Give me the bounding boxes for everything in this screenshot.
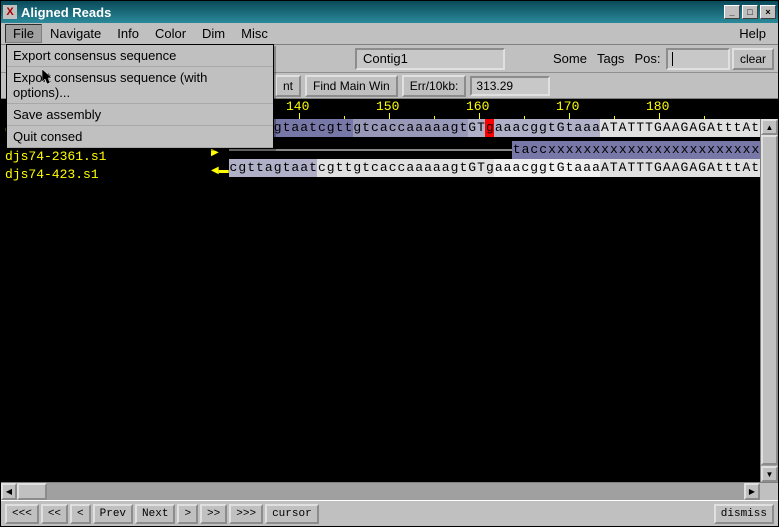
sequence-column[interactable]: cgttagtaatcgttgtcaccaaaaagtGTgaaacggtGta… — [229, 119, 760, 482]
menu-file[interactable]: File — [5, 24, 42, 43]
read-names-column: CONSENSUS djs74-2361.s1 djs74-423.s1 — [1, 119, 211, 482]
tags-label: Tags — [593, 51, 628, 66]
contig-field[interactable]: Contig1 — [355, 48, 505, 70]
err-10kb-button[interactable]: Err/10kb: — [402, 75, 467, 97]
app-icon: X — [3, 5, 17, 19]
nav-fwd-3[interactable]: >>> — [229, 504, 263, 524]
tick-180: 180 — [646, 99, 669, 114]
nt-button[interactable]: nt — [275, 75, 301, 97]
menu-save-assembly[interactable]: Save assembly — [7, 104, 273, 126]
read-2-sequence: cgttagtaatcgttgtcaccaaaaagtGTgaaacggtGta… — [229, 159, 760, 177]
pos-label: Pos: — [630, 51, 664, 66]
menu-quit-consed[interactable]: Quit consed — [7, 126, 273, 148]
tick-170: 170 — [556, 99, 579, 114]
read-name-1: djs74-2361.s1 — [1, 147, 211, 165]
next-button[interactable]: Next — [135, 504, 175, 524]
maximize-button[interactable]: □ — [742, 5, 758, 19]
tick-160: 160 — [466, 99, 489, 114]
cursor-button[interactable]: cursor — [265, 504, 319, 524]
menu-dim[interactable]: Dim — [194, 24, 233, 43]
minimize-button[interactable]: _ — [724, 5, 740, 19]
nav-fwd-2[interactable]: >> — [200, 504, 227, 524]
close-button[interactable]: × — [760, 5, 776, 19]
mouse-cursor-icon — [42, 69, 56, 87]
some-label: Some — [549, 51, 591, 66]
prev-button[interactable]: Prev — [93, 504, 133, 524]
consensus-sequence: cgttagtaatcgttgtcaccaaaaagtGTgaaacggtGta… — [229, 119, 760, 137]
scroll-right-button[interactable]: ▶ — [744, 483, 760, 500]
menu-help[interactable]: Help — [731, 24, 774, 43]
tick-150: 150 — [376, 99, 399, 114]
menu-color[interactable]: Color — [147, 24, 194, 43]
titlebar: X Aligned Reads _ □ × — [1, 1, 778, 23]
scroll-up-button[interactable]: ▲ — [761, 119, 778, 135]
sequence-area: CONSENSUS djs74-2361.s1 djs74-423.s1 ▶ ◀… — [1, 119, 778, 482]
menu-info[interactable]: Info — [109, 24, 147, 43]
ruler-ticks: 140 150 160 170 180 — [211, 99, 760, 119]
horizontal-scrollbar[interactable]: ◀ ▶ — [1, 482, 778, 500]
nav-fwd-1[interactable]: > — [177, 504, 198, 524]
dismiss-button[interactable]: dismiss — [714, 504, 774, 524]
menu-navigate[interactable]: Navigate — [42, 24, 109, 43]
hscroll-thumb[interactable] — [17, 483, 47, 500]
nav-back-2[interactable]: << — [41, 504, 68, 524]
nav-back-3[interactable]: <<< — [5, 504, 39, 524]
strand-arrow-icon: ◀▬ — [211, 165, 229, 176]
vertical-scrollbar[interactable]: ▲ ▼ — [760, 119, 778, 482]
scroll-down-button[interactable]: ▼ — [761, 466, 778, 482]
nav-back-1[interactable]: < — [70, 504, 91, 524]
window-title: Aligned Reads — [21, 5, 722, 20]
find-main-win-button[interactable]: Find Main Win — [305, 75, 398, 97]
tick-140: 140 — [286, 99, 309, 114]
file-dropdown: Export consensus sequence Export consens… — [6, 44, 274, 149]
bottom-nav-bar: <<< << < Prev Next > >> >>> cursor dismi… — [1, 500, 778, 526]
menu-misc[interactable]: Misc — [233, 24, 276, 43]
read-name-2: djs74-423.s1 — [1, 165, 211, 183]
scroll-left-button[interactable]: ◀ — [1, 483, 17, 500]
menubar: File Navigate Info Color Dim Misc Help — [1, 23, 778, 45]
pos-input[interactable] — [666, 48, 730, 70]
err-value-field: 313.29 — [470, 76, 550, 96]
clear-button[interactable]: clear — [732, 48, 774, 70]
menu-export-consensus[interactable]: Export consensus sequence — [7, 45, 273, 67]
vscroll-thumb[interactable] — [761, 135, 778, 465]
read-1-sequence: taccxxxxxxxxxxxxxxxxxxxxxxxx — [229, 141, 760, 159]
